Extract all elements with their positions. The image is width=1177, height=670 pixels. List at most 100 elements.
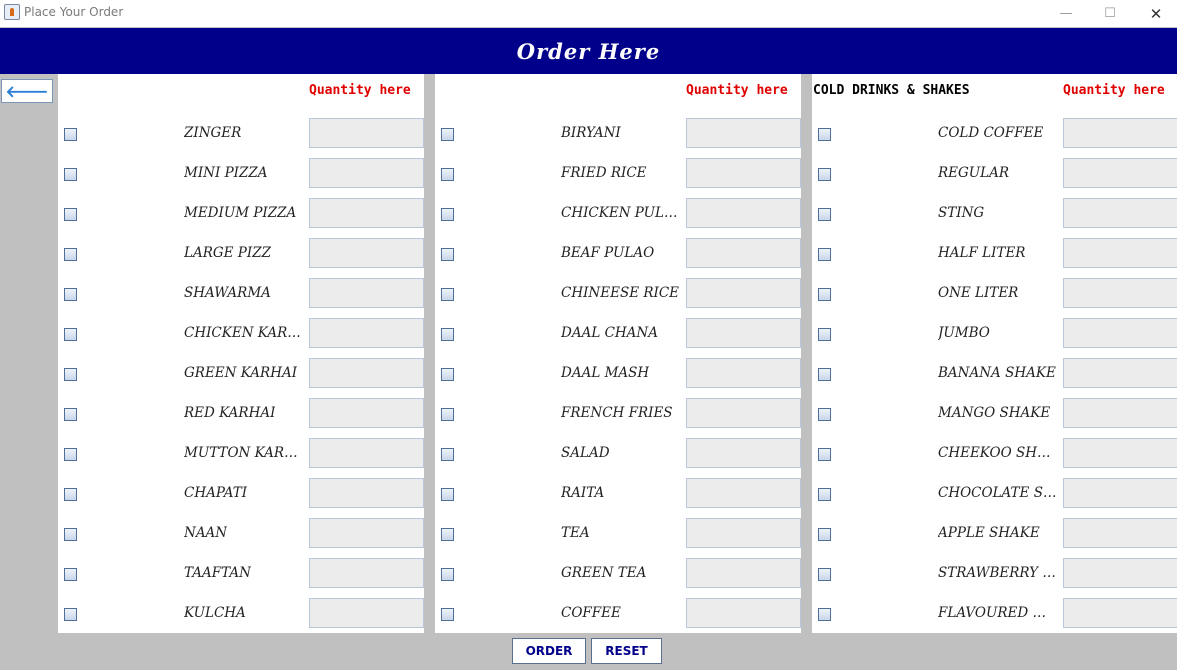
item-checkbox[interactable] — [441, 608, 454, 621]
quantity-input[interactable] — [309, 558, 424, 588]
quantity-input[interactable] — [686, 118, 801, 148]
quantity-input[interactable] — [1063, 518, 1177, 548]
quantity-input[interactable] — [686, 558, 801, 588]
item-checkbox[interactable] — [818, 288, 831, 301]
maximize-button[interactable]: ☐ — [1087, 0, 1133, 27]
quantity-input[interactable] — [686, 318, 801, 348]
quantity-input[interactable] — [309, 198, 424, 228]
quantity-input[interactable] — [1063, 558, 1177, 588]
item-checkbox[interactable] — [64, 608, 77, 621]
item-checkbox[interactable] — [64, 168, 77, 181]
item-checkbox[interactable] — [441, 248, 454, 261]
item-checkbox[interactable] — [441, 408, 454, 421]
item-label: ZINGER — [184, 125, 242, 141]
item-checkbox[interactable] — [818, 328, 831, 341]
item-label: KULCHA — [184, 605, 246, 621]
quantity-input[interactable] — [686, 438, 801, 468]
quantity-input[interactable] — [686, 238, 801, 268]
item-label: DAAL MASH — [561, 365, 650, 381]
item-checkbox[interactable] — [441, 208, 454, 221]
quantity-input[interactable] — [686, 398, 801, 428]
item-checkbox[interactable] — [64, 128, 77, 141]
quantity-input[interactable] — [686, 478, 801, 508]
close-button[interactable]: ✕ — [1133, 0, 1177, 27]
item-checkbox[interactable] — [818, 128, 831, 141]
item-checkbox[interactable] — [818, 168, 831, 181]
quantity-input[interactable] — [1063, 318, 1177, 348]
quantity-input[interactable] — [309, 318, 424, 348]
menu-item-row: LARGE PIZZ — [58, 234, 424, 274]
item-checkbox[interactable] — [64, 568, 77, 581]
minimize-button[interactable]: — — [1043, 0, 1089, 27]
item-checkbox[interactable] — [441, 568, 454, 581]
item-checkbox[interactable] — [441, 368, 454, 381]
item-checkbox[interactable] — [818, 368, 831, 381]
item-checkbox[interactable] — [64, 368, 77, 381]
item-checkbox[interactable] — [441, 288, 454, 301]
menu-column-2: Quantity here BIRYANI FRIED RICE CHICKEN P… — [435, 74, 801, 633]
reset-button[interactable]: RESET — [591, 638, 662, 664]
quantity-input[interactable] — [1063, 238, 1177, 268]
quantity-input[interactable] — [686, 158, 801, 188]
item-checkbox[interactable] — [818, 448, 831, 461]
quantity-input[interactable] — [309, 118, 424, 148]
quantity-input[interactable] — [309, 358, 424, 388]
item-checkbox[interactable] — [818, 568, 831, 581]
item-checkbox[interactable] — [818, 248, 831, 261]
item-checkbox[interactable] — [441, 128, 454, 141]
item-checkbox[interactable] — [64, 528, 77, 541]
quantity-input[interactable] — [309, 438, 424, 468]
quantity-input[interactable] — [1063, 118, 1177, 148]
quantity-input[interactable] — [309, 238, 424, 268]
item-checkbox[interactable] — [818, 488, 831, 501]
quantity-input[interactable] — [686, 518, 801, 548]
item-checkbox[interactable] — [441, 448, 454, 461]
quantity-input[interactable] — [309, 598, 424, 628]
item-checkbox[interactable] — [441, 488, 454, 501]
menu-item-row: STRAWBERRY S... — [812, 554, 1177, 594]
item-label: CHINEESE RICE — [561, 285, 680, 301]
quantity-input[interactable] — [1063, 438, 1177, 468]
quantity-input[interactable] — [1063, 478, 1177, 508]
order-button[interactable]: ORDER — [512, 638, 586, 664]
quantity-input[interactable] — [686, 358, 801, 388]
menu-item-row: GREEN KARHAI — [58, 354, 424, 394]
item-checkbox[interactable] — [818, 208, 831, 221]
quantity-input[interactable] — [1063, 398, 1177, 428]
item-checkbox[interactable] — [64, 488, 77, 501]
item-checkbox[interactable] — [441, 168, 454, 181]
menu-item-row: FRENCH FRIES — [435, 394, 801, 434]
quantity-input[interactable] — [1063, 278, 1177, 308]
item-checkbox[interactable] — [818, 608, 831, 621]
item-checkbox[interactable] — [64, 208, 77, 221]
menu-column-3: COLD DRINKS & SHAKES Quantity here COLD … — [812, 74, 1177, 633]
back-button[interactable]: 🡐 — [1, 79, 53, 103]
quantity-input[interactable] — [686, 598, 801, 628]
item-checkbox[interactable] — [64, 248, 77, 261]
item-checkbox[interactable] — [64, 448, 77, 461]
quantity-input[interactable] — [1063, 158, 1177, 188]
quantity-input[interactable] — [1063, 358, 1177, 388]
item-checkbox[interactable] — [441, 528, 454, 541]
item-checkbox[interactable] — [64, 328, 77, 341]
item-checkbox[interactable] — [64, 288, 77, 301]
item-checkbox[interactable] — [64, 408, 77, 421]
item-label: LARGE PIZZ — [184, 245, 271, 261]
quantity-input[interactable] — [1063, 198, 1177, 228]
quantity-input[interactable] — [309, 158, 424, 188]
item-label: REGULAR — [938, 165, 1010, 181]
item-checkbox[interactable] — [441, 328, 454, 341]
quantity-input[interactable] — [686, 278, 801, 308]
quantity-input[interactable] — [309, 478, 424, 508]
quantity-input[interactable] — [309, 518, 424, 548]
quantity-input[interactable] — [309, 398, 424, 428]
quantity-input[interactable] — [309, 278, 424, 308]
menu-item-row: RED KARHAI — [58, 394, 424, 434]
quantity-input[interactable] — [1063, 598, 1177, 628]
page-title: Order Here — [516, 38, 661, 64]
item-checkbox[interactable] — [818, 408, 831, 421]
item-label: BANANA SHAKE — [938, 365, 1056, 381]
item-checkbox[interactable] — [818, 528, 831, 541]
menu-item-row: CHICKEN PULAO — [435, 194, 801, 234]
quantity-input[interactable] — [686, 198, 801, 228]
